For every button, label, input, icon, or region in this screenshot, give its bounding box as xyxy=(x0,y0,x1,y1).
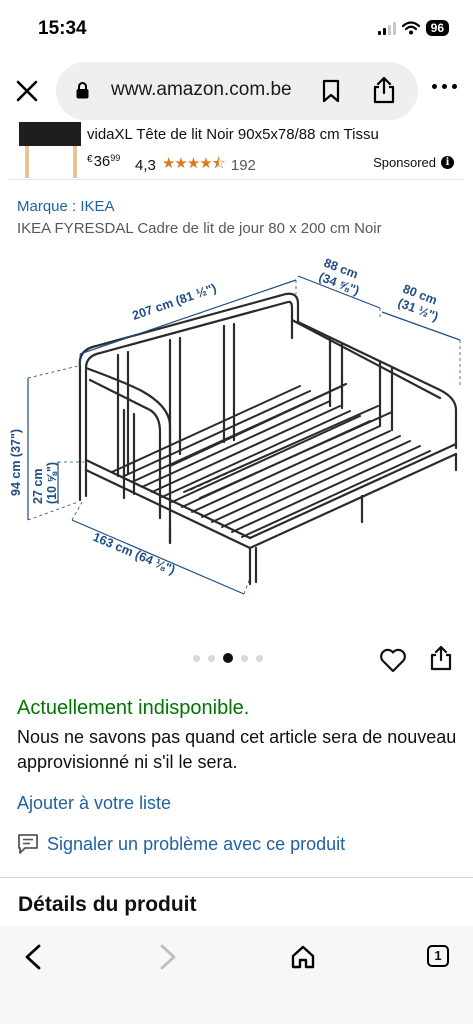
wifi-icon xyxy=(401,21,420,35)
dim-extended: 163 cm (64 ⅛") xyxy=(91,530,177,577)
product-title: IKEA FYRESDAL Cadre de lit de jour 80 x … xyxy=(17,220,382,237)
battery-icon: 96 xyxy=(425,20,449,36)
share-icon[interactable] xyxy=(372,76,396,104)
dim-height: 94 cm (37") xyxy=(9,429,23,496)
report-icon xyxy=(18,834,38,854)
carousel-dot[interactable] xyxy=(241,654,248,662)
lock-icon xyxy=(76,82,89,99)
carousel-dot[interactable] xyxy=(256,654,263,662)
address-bar[interactable]: www.amazon.com.be xyxy=(56,62,418,120)
info-icon: i xyxy=(441,156,454,169)
carousel-dots[interactable] xyxy=(193,653,263,663)
ad-title[interactable]: vidaXL Tête de lit Noir 90x5x78/88 cm Ti… xyxy=(87,126,379,143)
bookmark-icon[interactable] xyxy=(322,79,340,103)
tabs-icon[interactable]: 1 xyxy=(427,945,449,967)
carousel-dot[interactable] xyxy=(193,654,200,662)
availability-status: Actuellement indisponible. xyxy=(17,697,250,719)
sponsored-label[interactable]: Sponsored i xyxy=(373,155,454,170)
report-problem-link[interactable]: Signaler un problème avec ce produit xyxy=(47,834,345,855)
section-divider xyxy=(0,877,473,878)
report-problem-row[interactable]: Signaler un problème avec ce produit xyxy=(17,833,345,855)
status-time: 15:34 xyxy=(38,18,87,39)
close-icon[interactable] xyxy=(14,78,40,104)
status-bar: 15:34 96 xyxy=(0,0,473,56)
more-icon[interactable] xyxy=(432,84,458,96)
product-details-heading: Détails du produit xyxy=(18,893,197,916)
home-icon[interactable] xyxy=(290,944,316,970)
carousel-dot[interactable] xyxy=(208,654,215,662)
ad-rating: 4,3 ★★★★⯪ 192 xyxy=(135,153,256,178)
cellular-signal-icon xyxy=(377,21,396,35)
brand-link[interactable]: Marque : IKEA xyxy=(17,198,115,215)
add-to-list-link[interactable]: Ajouter à votre liste xyxy=(17,793,171,814)
heart-icon[interactable] xyxy=(379,647,407,673)
back-icon[interactable] xyxy=(22,944,46,970)
carousel-dot-active[interactable] xyxy=(223,653,233,663)
availability-description: Nous ne savons pas quand cet article ser… xyxy=(17,727,457,772)
browser-toolbar: 1 xyxy=(0,926,473,1024)
url-text[interactable]: www.amazon.com.be xyxy=(111,79,292,101)
ad-product-image xyxy=(19,122,81,178)
sponsored-ad[interactable]: vidaXL Tête de lit Noir 90x5x78/88 cm Ti… xyxy=(9,122,464,180)
status-icons: 96 xyxy=(377,20,449,36)
dim-seat-height: 27 cm xyxy=(31,469,45,504)
ad-price: €3699 xyxy=(87,153,121,170)
forward-icon[interactable] xyxy=(155,944,179,970)
dim-seat-height-in: (10 ⅝") xyxy=(45,462,59,504)
share-icon[interactable] xyxy=(430,645,452,671)
rating-stars-icon: ★★★★⯪ xyxy=(161,155,226,172)
product-image[interactable]: 207 cm (81 ½") 88 cm (34 ⅝") 80 cm (31 ½… xyxy=(0,258,473,618)
